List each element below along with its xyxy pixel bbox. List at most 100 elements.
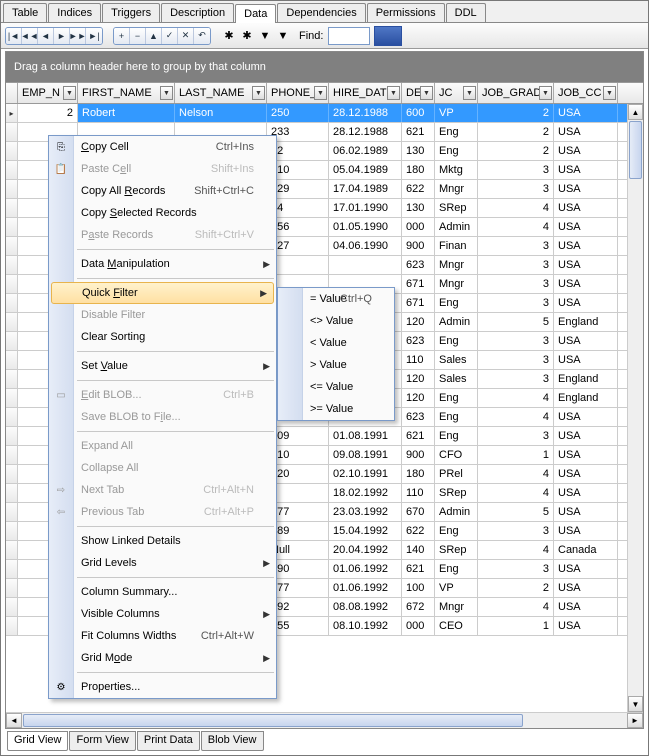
cell-cc[interactable]: USA — [554, 579, 618, 597]
cell-jc[interactable]: Eng — [435, 294, 478, 312]
cell-cc[interactable]: USA — [554, 503, 618, 521]
cell-cc[interactable]: USA — [554, 484, 618, 502]
table-row[interactable]: ▸2RobertNelson25028.12.1988600VP2USA — [6, 104, 627, 123]
scroll-up-button[interactable]: ▲ — [628, 104, 643, 120]
bottom-tab-form-view[interactable]: Form View — [69, 731, 135, 751]
cell-hire[interactable]: 08.10.1992 — [329, 617, 402, 635]
cell-grade[interactable]: 4 — [478, 408, 554, 426]
cell-hire[interactable]: 15.04.1992 — [329, 522, 402, 540]
cell-grade[interactable]: 3 — [478, 427, 554, 445]
filter-dropdown-icon[interactable]: ▼ — [160, 86, 173, 100]
cell-cc[interactable]: USA — [554, 180, 618, 198]
filter-dropdown-icon[interactable]: ▼ — [63, 86, 76, 100]
cell-grade[interactable]: 5 — [478, 503, 554, 521]
cell-jc[interactable]: Finan — [435, 237, 478, 255]
cell-de[interactable]: 110 — [402, 351, 435, 369]
column-header-emp[interactable]: EMP_N▼ — [18, 83, 78, 103]
cell-hire[interactable]: 17.01.1990 — [329, 199, 402, 217]
cell-hire[interactable]: 01.06.1992 — [329, 579, 402, 597]
cell-emp[interactable]: 2 — [18, 104, 78, 122]
cell-jc[interactable]: Admin — [435, 313, 478, 331]
tab-dependencies[interactable]: Dependencies — [277, 3, 365, 22]
cell-grade[interactable]: 5 — [478, 313, 554, 331]
scroll-down-button[interactable]: ▼ — [628, 696, 643, 712]
cell-jc[interactable]: Sales — [435, 351, 478, 369]
cell-jc[interactable]: VP — [435, 579, 478, 597]
cell-cc[interactable]: England — [554, 370, 618, 388]
cell-cc[interactable]: USA — [554, 294, 618, 312]
cell-grade[interactable]: 4 — [478, 389, 554, 407]
submenu->-Value[interactable]: > Value — [278, 354, 394, 376]
cell-grade[interactable]: 4 — [478, 598, 554, 616]
cell-de[interactable]: 000 — [402, 218, 435, 236]
cell-de[interactable]: 623 — [402, 408, 435, 426]
cell-jc[interactable]: PRel — [435, 465, 478, 483]
cell-jc[interactable]: Eng — [435, 123, 478, 141]
cell-de[interactable]: 120 — [402, 370, 435, 388]
cell-cc[interactable]: USA — [554, 161, 618, 179]
cell-grade[interactable]: 4 — [478, 465, 554, 483]
cell-cc[interactable]: USA — [554, 104, 618, 122]
cell-grade[interactable]: 3 — [478, 370, 554, 388]
filter-dropdown-icon[interactable]: ▼ — [314, 86, 327, 100]
tab-permissions[interactable]: Permissions — [367, 3, 445, 22]
cell-cc[interactable]: USA — [554, 199, 618, 217]
cell-grade[interactable]: 3 — [478, 560, 554, 578]
cell-de[interactable]: 130 — [402, 142, 435, 160]
column-header-grade[interactable]: JOB_GRAD▼ — [478, 83, 554, 103]
cell-de[interactable]: 900 — [402, 446, 435, 464]
cell-cc[interactable]: USA — [554, 598, 618, 616]
cell-cc[interactable]: USA — [554, 123, 618, 141]
cell-de[interactable]: 130 — [402, 199, 435, 217]
cell-jc[interactable]: Mngr — [435, 256, 478, 274]
cell-hire[interactable]: 20.04.1992 — [329, 541, 402, 559]
cell-hire[interactable]: 01.06.1992 — [329, 560, 402, 578]
cell-grade[interactable]: 3 — [478, 332, 554, 350]
edit-btn-3[interactable]: ✓ — [162, 28, 178, 44]
cell-cc[interactable]: USA — [554, 617, 618, 635]
bottom-tab-grid-view[interactable]: Grid View — [7, 731, 68, 751]
menu-grid-levels[interactable]: Grid Levels▶ — [49, 552, 276, 574]
cell-cc[interactable]: USA — [554, 465, 618, 483]
nav-btn-0[interactable]: |◄ — [6, 28, 22, 44]
cell-hire[interactable]: 18.02.1992 — [329, 484, 402, 502]
cell-hire[interactable]: 17.04.1989 — [329, 180, 402, 198]
cell-cc[interactable]: Canada — [554, 541, 618, 559]
cell-grade[interactable]: 4 — [478, 199, 554, 217]
cell-de[interactable]: 100 — [402, 579, 435, 597]
cell-grade[interactable]: 4 — [478, 541, 554, 559]
cell-de[interactable]: 120 — [402, 313, 435, 331]
cell-first[interactable]: Robert — [78, 104, 175, 122]
filter-btn-1[interactable]: ✱ — [239, 28, 255, 44]
cell-grade[interactable]: 4 — [478, 218, 554, 236]
menu-grid-mode[interactable]: Grid Mode▶ — [49, 647, 276, 669]
filter-dropdown-icon[interactable]: ▼ — [603, 86, 616, 100]
cell-grade[interactable]: 3 — [478, 275, 554, 293]
cell-de[interactable]: 900 — [402, 237, 435, 255]
vertical-scrollbar[interactable]: ▲ ▼ — [627, 104, 643, 712]
cell-grade[interactable]: 1 — [478, 617, 554, 635]
nav-btn-2[interactable]: ◄ — [38, 28, 54, 44]
cell-grade[interactable]: 4 — [478, 484, 554, 502]
cell-jc[interactable]: Mngr — [435, 180, 478, 198]
cell-grade[interactable]: 3 — [478, 256, 554, 274]
cell-jc[interactable]: Sales — [435, 370, 478, 388]
bottom-tab-blob-view[interactable]: Blob View — [201, 731, 264, 751]
edit-btn-2[interactable]: ▲ — [146, 28, 162, 44]
scroll-left-button[interactable]: ◄ — [6, 713, 22, 728]
cell-grade[interactable]: 3 — [478, 161, 554, 179]
menu-data-manipulation[interactable]: Data Manipulation▶ — [49, 253, 276, 275]
tab-triggers[interactable]: Triggers — [102, 3, 160, 22]
cell-jc[interactable]: VP — [435, 104, 478, 122]
cell-hire[interactable]: 28.12.1988 — [329, 104, 402, 122]
menu-copy-selected-records[interactable]: Copy Selected Records — [49, 202, 276, 224]
cell-grade[interactable]: 2 — [478, 579, 554, 597]
submenu-<=-Value[interactable]: <= Value — [278, 376, 394, 398]
filter-btn-2[interactable]: ▼ — [257, 28, 273, 44]
find-input[interactable] — [328, 27, 370, 45]
cell-cc[interactable]: USA — [554, 237, 618, 255]
cell-grade[interactable]: 2 — [478, 104, 554, 122]
cell-jc[interactable]: SRep — [435, 541, 478, 559]
cell-jc[interactable]: Mktg — [435, 161, 478, 179]
cell-cc[interactable]: USA — [554, 446, 618, 464]
